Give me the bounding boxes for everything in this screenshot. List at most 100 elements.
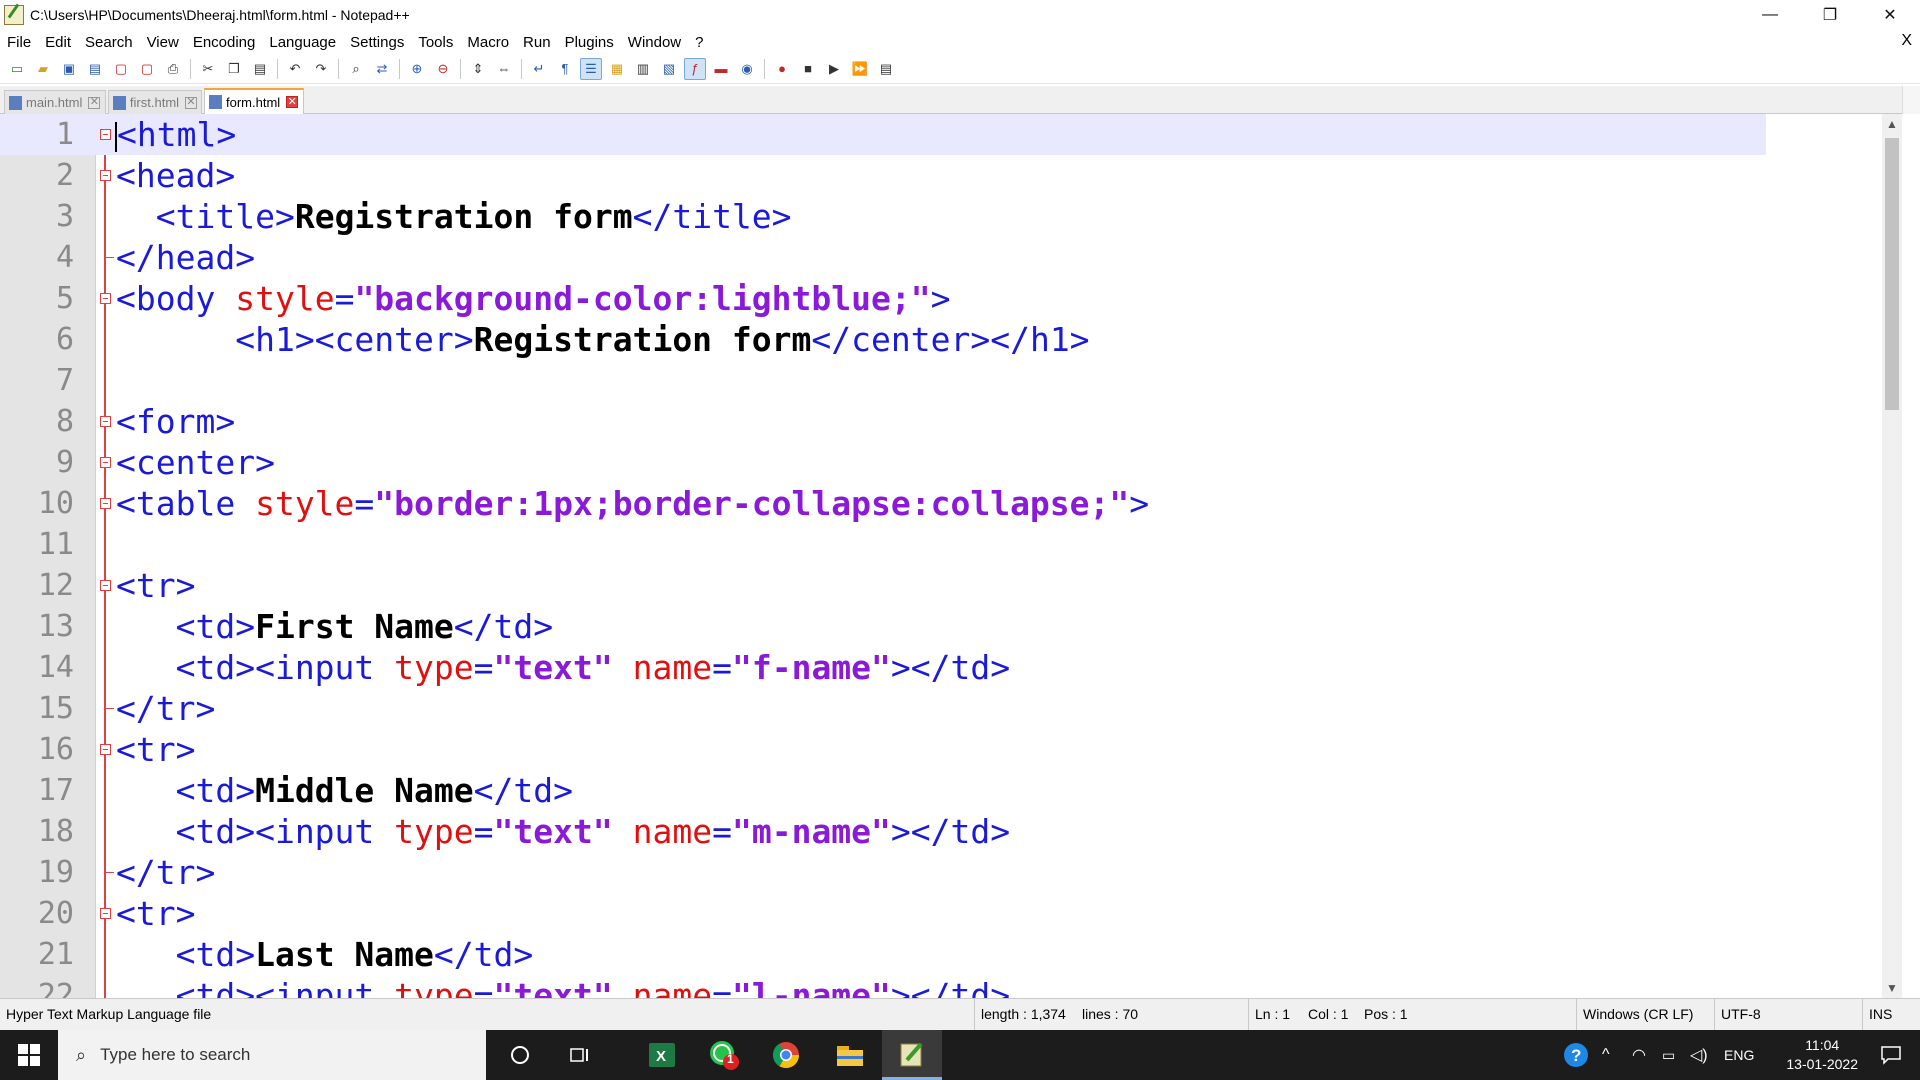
function-list-icon[interactable]: ▧ — [658, 58, 680, 80]
show-hidden-icons-chevron-icon[interactable]: ^ — [1602, 1030, 1610, 1080]
menu-macro[interactable]: Macro — [460, 34, 516, 51]
menu-search[interactable]: Search — [78, 34, 140, 51]
save-icon[interactable]: ▣ — [58, 58, 80, 80]
code-line[interactable]: 1 <html> — [0, 114, 1766, 155]
play-macro-icon[interactable]: ▶ — [823, 58, 845, 80]
scrollbar-thumb[interactable] — [1885, 138, 1899, 410]
menu-help[interactable]: ? — [688, 34, 710, 51]
cut-icon[interactable]: ✂ — [197, 58, 219, 80]
tab-first-html[interactable]: first.html ✕ — [108, 90, 202, 114]
stop-macro-icon[interactable]: ■ — [797, 58, 819, 80]
status-encoding[interactable]: UTF-8 — [1714, 999, 1862, 1030]
tab-close-icon[interactable]: ✕ — [88, 96, 101, 109]
code-line[interactable]: 22 <td><input type="text" name="l-name">… — [0, 975, 1766, 998]
paste-icon[interactable]: ▤ — [249, 58, 271, 80]
open-file-icon[interactable]: ▰ — [32, 58, 54, 80]
tab-close-icon[interactable]: ✕ — [286, 96, 299, 108]
code-line[interactable]: 15 </tr> — [0, 688, 1766, 729]
notepad-plus-plus-taskbar-icon[interactable] — [882, 1030, 942, 1080]
vertical-scrollbar[interactable]: ▲ ▼ — [1882, 114, 1902, 998]
menu-view[interactable]: View — [140, 34, 186, 51]
find-icon[interactable]: ⌕ — [345, 58, 367, 80]
document-map-icon[interactable]: ▥ — [632, 58, 654, 80]
record-macro-icon[interactable]: ● — [771, 58, 793, 80]
tab-main-html[interactable]: main.html ✕ — [4, 90, 106, 114]
fold-toggle-icon[interactable] — [100, 129, 111, 140]
zoom-out-icon[interactable]: ⊖ — [432, 58, 454, 80]
whatsapp-icon[interactable]: 1 — [696, 1030, 752, 1080]
scroll-up-icon[interactable]: ▲ — [1882, 114, 1902, 134]
close-all-icon[interactable]: ▢ — [136, 58, 158, 80]
zoom-in-icon[interactable]: ⊕ — [406, 58, 428, 80]
code-line[interactable]: 14 <td><input type="text" name="f-name">… — [0, 647, 1766, 688]
language-define-icon[interactable]: ▦ — [606, 58, 628, 80]
notification-center-icon[interactable] — [1880, 1030, 1902, 1080]
fold-toggle-icon[interactable] — [100, 170, 111, 181]
code-line[interactable]: 5 <body style="background-color:lightblue… — [0, 278, 1766, 319]
code-line[interactable]: 2 <head> — [0, 155, 1766, 196]
redo-icon[interactable]: ↷ — [310, 58, 332, 80]
status-insert-mode[interactable]: INS — [1862, 999, 1920, 1030]
code-line[interactable]: 16 <tr> — [0, 729, 1766, 770]
task-view-icon[interactable] — [552, 1030, 608, 1080]
menu-plugins[interactable]: Plugins — [558, 34, 621, 51]
replace-icon[interactable]: ⇄ — [371, 58, 393, 80]
copy-icon[interactable]: ❐ — [223, 58, 245, 80]
menu-run[interactable]: Run — [516, 34, 558, 51]
excel-icon[interactable]: X — [634, 1030, 690, 1080]
language-indicator[interactable]: ENG — [1724, 1030, 1754, 1080]
monitoring-icon[interactable]: ◉ — [736, 58, 758, 80]
close-file-icon[interactable]: ▢ — [110, 58, 132, 80]
taskbar-search-box[interactable]: ⌕ Type here to search — [58, 1030, 486, 1080]
code-line[interactable]: 7 — [0, 360, 1766, 401]
file-explorer-icon[interactable] — [822, 1030, 878, 1080]
code-line[interactable]: 21 <td>Last Name</td> — [0, 934, 1766, 975]
tab-close-icon[interactable]: ✕ — [185, 96, 197, 109]
run-macro-multiple-icon[interactable]: ⏩ — [849, 58, 871, 80]
undo-icon[interactable]: ↶ — [284, 58, 306, 80]
code-line[interactable]: 18 <td><input type="text" name="m-name">… — [0, 811, 1766, 852]
sync-vertical-icon[interactable]: ⇕ — [467, 58, 489, 80]
cortana-icon[interactable] — [492, 1030, 548, 1080]
scroll-down-icon[interactable]: ▼ — [1882, 978, 1902, 998]
save-all-icon[interactable]: ▤ — [84, 58, 106, 80]
folder-workspace-icon[interactable]: ƒ — [684, 57, 706, 80]
clipboard-history-icon[interactable]: ▬ — [710, 58, 732, 80]
menu-file[interactable]: File — [0, 34, 38, 51]
menu-settings[interactable]: Settings — [343, 34, 411, 51]
code-line[interactable]: 9 <center> — [0, 442, 1766, 483]
word-wrap-icon[interactable]: ↵ — [528, 58, 550, 80]
code-line[interactable]: 13 <td>First Name</td> — [0, 606, 1766, 647]
close-button[interactable]: ✕ — [1860, 0, 1920, 30]
system-clock[interactable]: 11:04 13-01-2022 — [1786, 1036, 1858, 1074]
wifi-icon[interactable]: ◠ — [1632, 1030, 1646, 1080]
sync-horizontal-icon[interactable]: ⇔ — [493, 58, 515, 80]
code-line[interactable]: 10 <table style="border:1px;border-collap… — [0, 483, 1766, 524]
fold-toggle-icon[interactable] — [100, 744, 111, 755]
close-document-button[interactable]: X — [1901, 32, 1912, 50]
volume-icon[interactable]: ◁) — [1690, 1030, 1708, 1080]
help-icon[interactable]: ? — [1562, 1030, 1590, 1080]
minimize-button[interactable]: — — [1740, 0, 1800, 30]
menu-edit[interactable]: Edit — [38, 34, 78, 51]
menu-tools[interactable]: Tools — [411, 34, 460, 51]
code-line[interactable]: 6 <h1><center>Registration form</center>… — [0, 319, 1766, 360]
menu-language[interactable]: Language — [262, 34, 343, 51]
chrome-icon[interactable] — [758, 1030, 814, 1080]
fold-toggle-icon[interactable] — [100, 908, 111, 919]
status-eol[interactable]: Windows (CR LF) — [1576, 999, 1714, 1030]
battery-icon[interactable]: ▭ — [1662, 1030, 1675, 1080]
new-file-icon[interactable]: ▭ — [6, 58, 28, 80]
save-macro-icon[interactable]: ▤ — [875, 58, 897, 80]
code-line[interactable]: 20 <tr> — [0, 893, 1766, 934]
show-all-characters-icon[interactable]: ¶ — [554, 58, 576, 80]
code-line[interactable]: 12 <tr> — [0, 565, 1766, 606]
code-line[interactable]: 11 — [0, 524, 1766, 565]
fold-toggle-icon[interactable] — [100, 416, 111, 427]
print-icon[interactable]: ⎙ — [162, 58, 184, 80]
code-line[interactable]: 19 </tr> — [0, 852, 1766, 893]
fold-toggle-icon[interactable] — [100, 293, 111, 304]
maximize-button[interactable]: ❐ — [1800, 0, 1860, 30]
start-button[interactable] — [0, 1030, 58, 1080]
code-editor[interactable]: 1 <html> 2 <head> 3 <title>Registration form… — [0, 114, 1920, 998]
